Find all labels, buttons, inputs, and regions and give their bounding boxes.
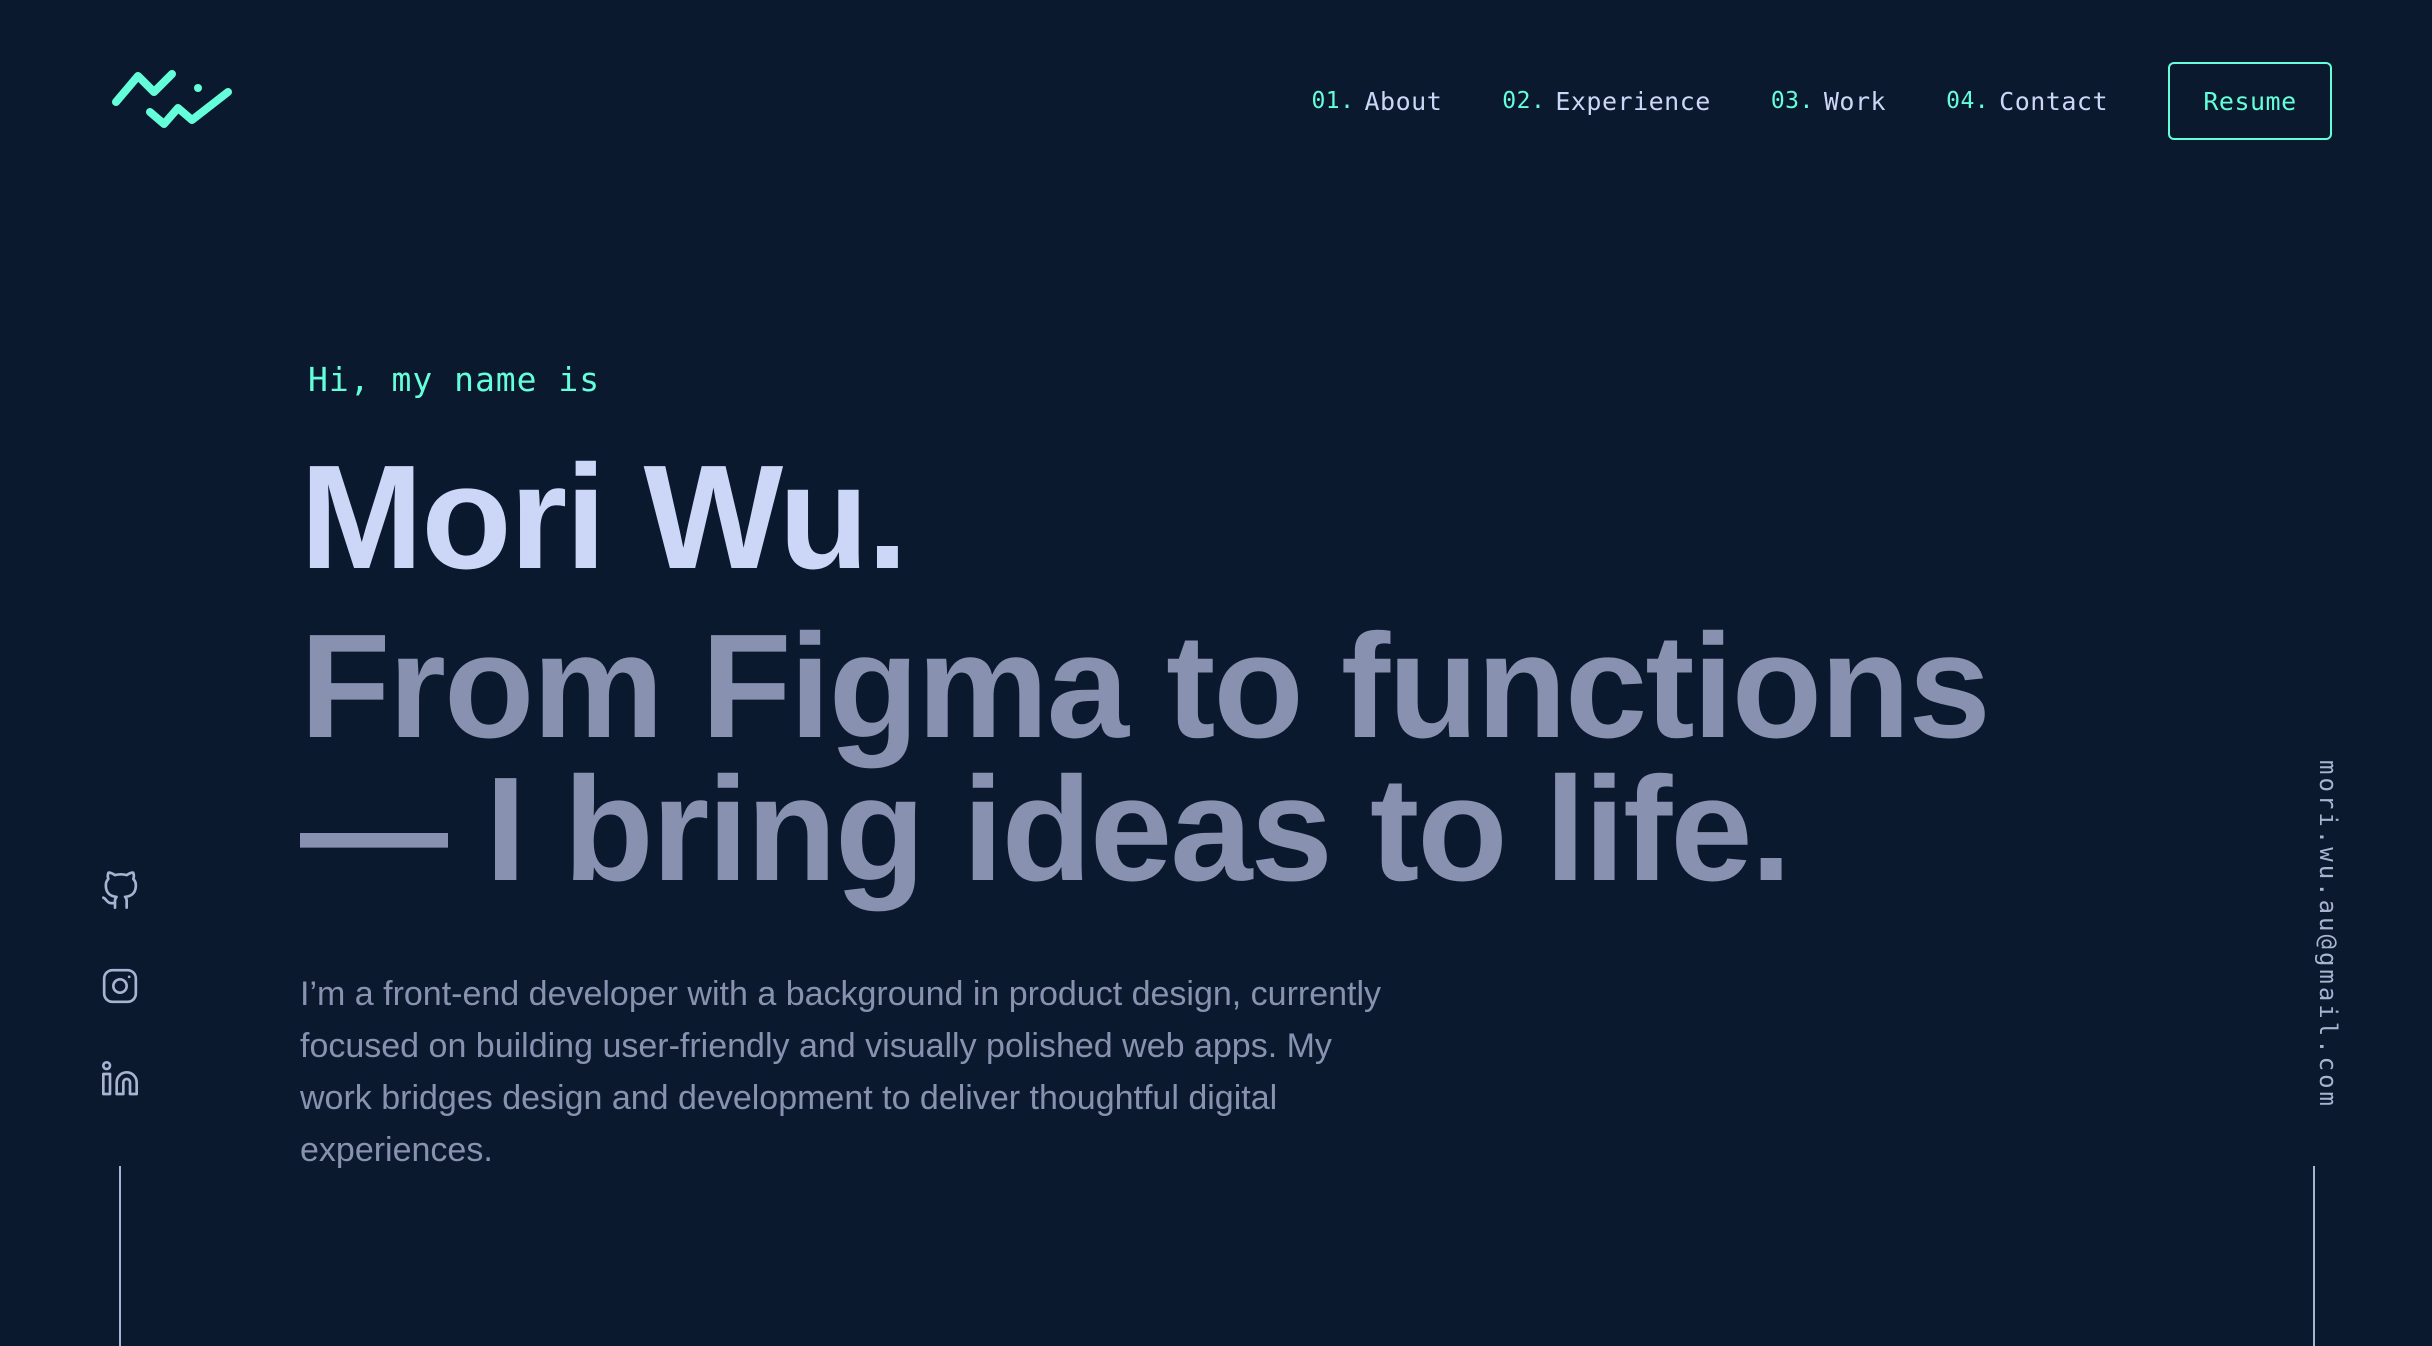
nav-number: 04. bbox=[1946, 88, 1990, 114]
main-nav: 01. About 02. Experience 03. Work 04. Co… bbox=[1311, 62, 2332, 140]
nav-label: Work bbox=[1823, 86, 1887, 116]
email-link[interactable]: mori.wu.au@gmail.com bbox=[2314, 760, 2342, 1109]
hero-greeting: Hi, my name is bbox=[308, 360, 601, 399]
instagram-link[interactable] bbox=[99, 965, 141, 1007]
linkedin-link[interactable] bbox=[99, 1058, 141, 1100]
hero-bio: I’m a front-end developer with a backgro… bbox=[300, 975, 1382, 1169]
hero-name: Mori Wu. bbox=[300, 435, 908, 600]
nav-item-experience[interactable]: 02. Experience bbox=[1502, 87, 1711, 116]
tagline-line-1: From Figma to functions bbox=[300, 604, 1991, 769]
resume-button[interactable]: Resume bbox=[2168, 62, 2332, 140]
logo[interactable] bbox=[110, 66, 234, 136]
linkedin-icon bbox=[102, 1061, 139, 1096]
nav-item-about[interactable]: 01. About bbox=[1311, 87, 1442, 116]
tagline-line-2: — I bring ideas to life. bbox=[300, 747, 1792, 912]
left-vertical-line bbox=[119, 1166, 121, 1346]
right-vertical-line bbox=[2313, 1166, 2315, 1346]
hero-tagline: From Figma to functions — I bring ideas … bbox=[300, 604, 2000, 912]
nav-label: Experience bbox=[1555, 86, 1711, 116]
github-icon bbox=[102, 871, 138, 909]
nav-number: 01. bbox=[1311, 88, 1355, 114]
nav-label: About bbox=[1364, 86, 1443, 116]
nav-number: 03. bbox=[1770, 88, 1814, 114]
zigzag-wave-logo-icon bbox=[112, 70, 232, 128]
nav-number: 02. bbox=[1502, 88, 1546, 114]
nav-label: Contact bbox=[1999, 86, 2108, 116]
nav-item-contact[interactable]: 04. Contact bbox=[1946, 87, 2108, 116]
nav-item-work[interactable]: 03. Work bbox=[1771, 87, 1886, 116]
github-link[interactable] bbox=[99, 870, 141, 912]
instagram-icon bbox=[102, 968, 138, 1004]
